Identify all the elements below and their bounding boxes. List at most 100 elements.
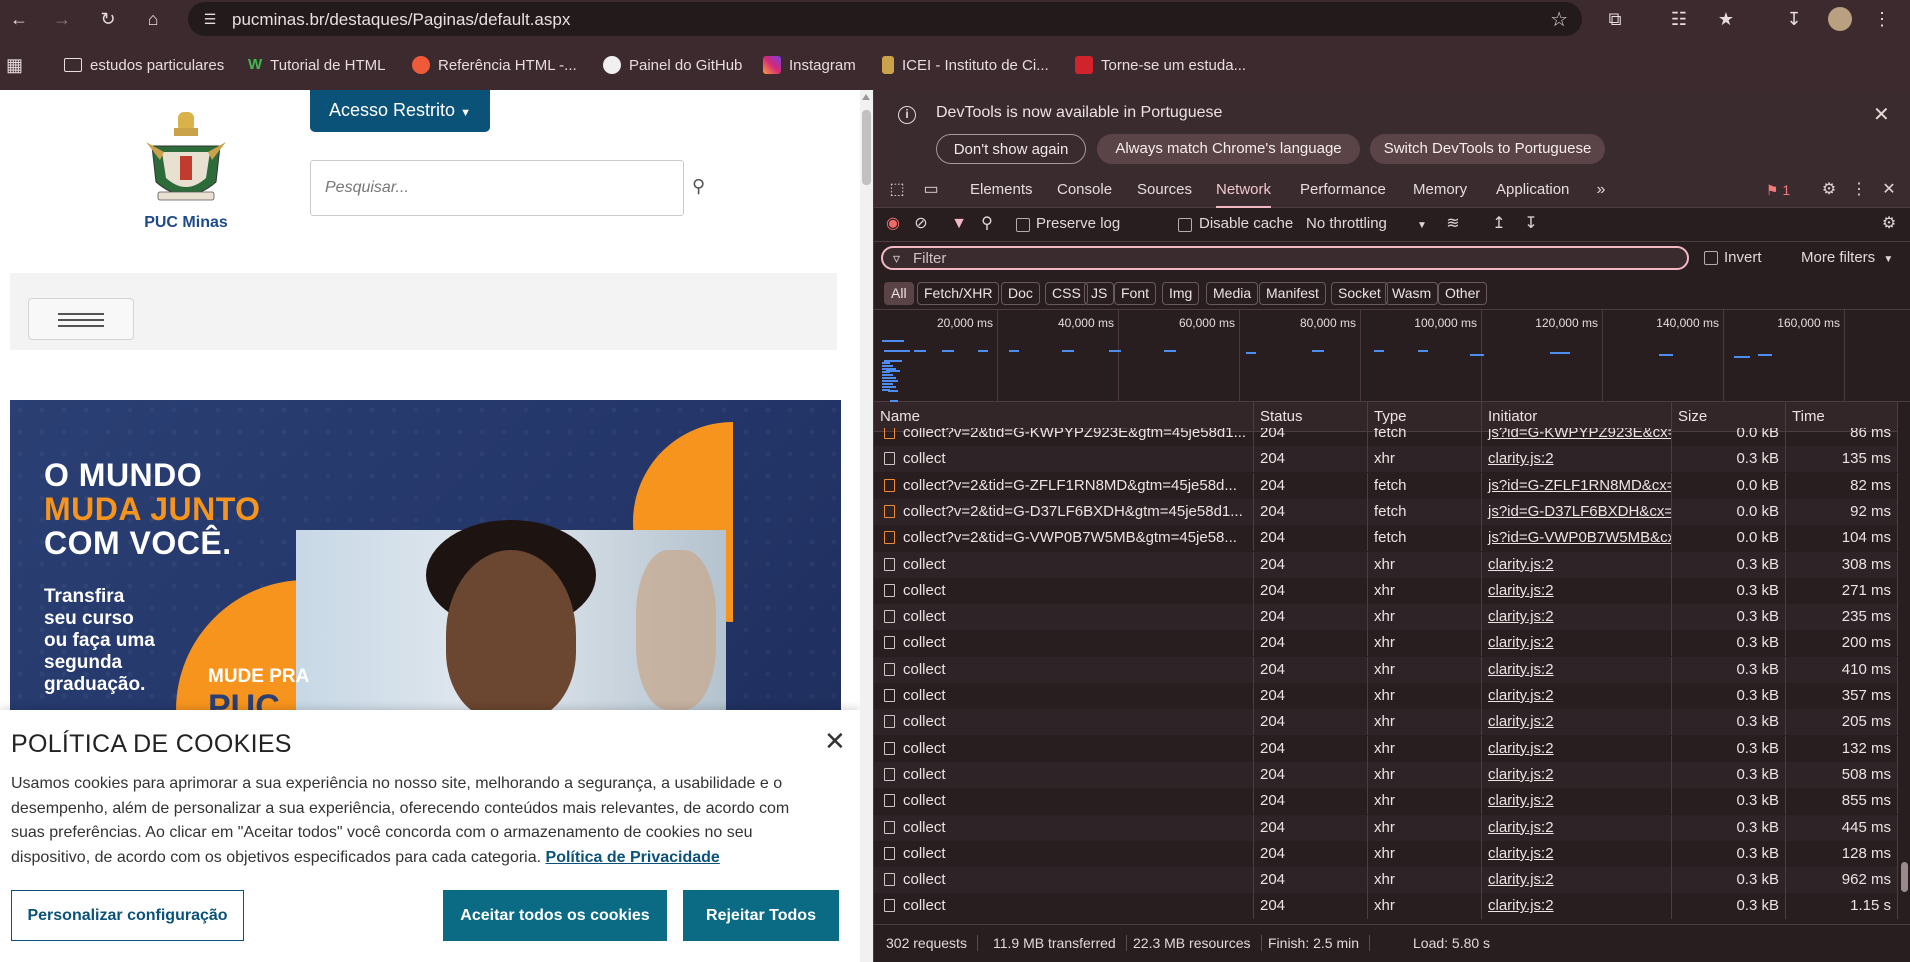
- initiator-text[interactable]: js?id=G-ZFLF1RN8MD&cx=: [1488, 477, 1671, 494]
- table-row[interactable]: collect 204 xhr clarity.js:2 0.3 kB 962 ms: [874, 867, 1898, 894]
- filter-input[interactable]: [913, 248, 1673, 268]
- cell-initiator[interactable]: clarity.js:2: [1482, 446, 1672, 473]
- cell-initiator[interactable]: clarity.js:2: [1482, 604, 1672, 631]
- cell-initiator[interactable]: js?id=G-ZFLF1RN8MD&cx=: [1482, 472, 1672, 499]
- bookmark-referencia-html[interactable]: Referência HTML -...: [412, 54, 577, 76]
- bookmark-tutorial-html[interactable]: W Tutorial de HTML: [248, 54, 385, 76]
- match-language-button[interactable]: Always match Chrome's language: [1097, 134, 1360, 164]
- table-row[interactable]: collect?v=2&tid=G-VWP0B7W5MB&gtm=45je58.…: [874, 525, 1898, 552]
- tab-sources[interactable]: Sources: [1137, 172, 1192, 208]
- avatar[interactable]: [1826, 6, 1854, 32]
- address-bar[interactable]: ☰ pucminas.br/destaques/Paginas/default.…: [188, 2, 1582, 36]
- initiator-text[interactable]: clarity.js:2: [1488, 556, 1554, 573]
- type-filter-font[interactable]: Font: [1114, 282, 1157, 305]
- scroll-up-icon[interactable]: [862, 94, 870, 100]
- tab-network[interactable]: Network: [1216, 172, 1272, 208]
- type-filter-fetch-xhr[interactable]: Fetch/XHR: [917, 282, 1000, 305]
- table-row[interactable]: collect 204 xhr clarity.js:2 0.3 kB 445 ms: [874, 814, 1898, 841]
- favorites-icon[interactable]: ★: [1712, 6, 1740, 32]
- type-filter-css[interactable]: CSS: [1045, 282, 1088, 305]
- network-overview[interactable]: 20,000 ms 40,000 ms 60,000 ms 80,000 ms 100,…: [874, 310, 1910, 402]
- table-row[interactable]: collect 204 xhr clarity.js:2 0.3 kB 410 ms: [874, 656, 1898, 683]
- cell-initiator[interactable]: clarity.js:2: [1482, 735, 1672, 762]
- initiator-text[interactable]: clarity.js:2: [1488, 634, 1554, 651]
- table-row[interactable]: collect?v=2&tid=G-KWPYPZ923E&gtm=45je58d…: [874, 428, 1898, 446]
- initiator-text[interactable]: clarity.js:2: [1488, 871, 1554, 888]
- initiator-text[interactable]: clarity.js:2: [1488, 582, 1554, 599]
- table-row[interactable]: collect 204 xhr clarity.js:2 0.3 kB 205 ms: [874, 709, 1898, 736]
- home-icon[interactable]: ⌂: [138, 5, 168, 33]
- initiator-text[interactable]: clarity.js:2: [1488, 450, 1554, 467]
- initiator-text[interactable]: clarity.js:2: [1488, 661, 1554, 678]
- type-filter-all[interactable]: All: [884, 282, 914, 305]
- tab-console[interactable]: Console: [1057, 172, 1112, 208]
- page-scrollbar[interactable]: [860, 90, 873, 962]
- invert-checkbox[interactable]: [1704, 251, 1718, 265]
- filter-icon[interactable]: ▼: [948, 214, 970, 234]
- bookmark-star-icon[interactable]: ☆: [1550, 7, 1568, 32]
- site-info-icon[interactable]: ☰: [200, 9, 220, 29]
- table-row[interactable]: collect?v=2&tid=G-ZFLF1RN8MD&gtm=45je58d…: [874, 472, 1898, 499]
- hamburger-menu-button[interactable]: [28, 298, 134, 340]
- more-filters-dropdown[interactable]: More filters ▼: [1801, 249, 1893, 266]
- search-input[interactable]: [311, 161, 683, 215]
- reject-all-button[interactable]: Rejeitar Todos: [683, 890, 839, 941]
- initiator-text[interactable]: clarity.js:2: [1488, 687, 1554, 704]
- disable-cache-checkbox[interactable]: [1178, 218, 1192, 232]
- privacy-policy-link[interactable]: Política de Privacidade: [546, 849, 720, 866]
- cell-initiator[interactable]: clarity.js:2: [1482, 893, 1672, 920]
- initiator-text[interactable]: clarity.js:2: [1488, 792, 1554, 809]
- bookmark-github[interactable]: Painel do GitHub: [603, 54, 742, 76]
- more-tabs-icon[interactable]: »: [1590, 180, 1612, 200]
- hero-banner[interactable]: O MUNDO MUDA JUNTO COM VOCÊ. Transfira s…: [10, 400, 841, 720]
- switch-to-portuguese-button[interactable]: Switch DevTools to Portuguese: [1370, 134, 1605, 164]
- translate-icon[interactable]: ☷: [1665, 6, 1693, 32]
- cell-initiator[interactable]: js?id=G-VWP0B7W5MB&cx: [1482, 525, 1672, 552]
- table-row[interactable]: collect 204 xhr clarity.js:2 0.3 kB 508 ms: [874, 761, 1898, 788]
- import-har-icon[interactable]: ↥: [1488, 214, 1510, 234]
- initiator-text[interactable]: clarity.js:2: [1488, 713, 1554, 730]
- back-icon[interactable]: ←: [4, 5, 34, 33]
- table-row[interactable]: collect 204 xhr clarity.js:2 0.3 kB 271 ms: [874, 577, 1898, 604]
- cell-initiator[interactable]: clarity.js:2: [1482, 656, 1672, 683]
- tab-performance[interactable]: Performance: [1300, 172, 1386, 208]
- kebab-menu-icon[interactable]: ⋮: [1848, 180, 1870, 200]
- close-icon[interactable]: ✕: [824, 728, 846, 754]
- search-icon[interactable]: ⚲: [692, 176, 714, 198]
- cell-initiator[interactable]: clarity.js:2: [1482, 551, 1672, 578]
- initiator-text[interactable]: js?id=G-KWPYPZ923E&cx=c: [1488, 428, 1671, 441]
- inspect-element-icon[interactable]: ⬚: [886, 180, 908, 200]
- table-row[interactable]: collect?v=2&tid=G-D37LF6BXDH&gtm=45je58d…: [874, 498, 1898, 525]
- forward-icon[interactable]: →: [47, 5, 77, 33]
- cell-initiator[interactable]: clarity.js:2: [1482, 788, 1672, 815]
- table-row[interactable]: collect 204 xhr clarity.js:2 0.3 kB 1.15 s: [874, 893, 1898, 920]
- bookmark-estudos[interactable]: estudos particulares: [64, 54, 224, 76]
- cell-initiator[interactable]: js?id=G-D37LF6BXDH&cx=c: [1482, 498, 1672, 525]
- type-filter-socket[interactable]: Socket: [1331, 282, 1388, 305]
- cell-initiator[interactable]: clarity.js:2: [1482, 683, 1672, 709]
- network-settings-icon[interactable]: ⚙: [1878, 214, 1900, 234]
- tab-elements[interactable]: Elements: [970, 172, 1033, 208]
- type-filter-wasm[interactable]: Wasm: [1385, 282, 1439, 305]
- settings-icon[interactable]: ⚙: [1818, 180, 1840, 200]
- type-filter-media[interactable]: Media: [1206, 282, 1259, 305]
- extensions-icon[interactable]: ⧉: [1601, 6, 1629, 32]
- table-row[interactable]: collect 204 xhr clarity.js:2 0.3 kB 235 ms: [874, 604, 1898, 631]
- cell-initiator[interactable]: clarity.js:2: [1482, 840, 1672, 867]
- initiator-text[interactable]: clarity.js:2: [1488, 740, 1554, 757]
- cell-initiator[interactable]: clarity.js:2: [1482, 867, 1672, 894]
- clear-icon[interactable]: ⊘: [910, 214, 932, 234]
- export-har-icon[interactable]: ↧: [1520, 214, 1542, 234]
- type-filter-manifest[interactable]: Manifest: [1259, 282, 1326, 305]
- bookmark-icei[interactable]: ICEI - Instituto de Ci...: [882, 54, 1049, 76]
- initiator-text[interactable]: clarity.js:2: [1488, 819, 1554, 836]
- initiator-text[interactable]: clarity.js:2: [1488, 766, 1554, 783]
- table-row[interactable]: collect 204 xhr clarity.js:2 0.3 kB 135 ms: [874, 446, 1898, 473]
- download-icon[interactable]: ↧: [1780, 6, 1808, 32]
- initiator-text[interactable]: clarity.js:2: [1488, 897, 1554, 914]
- scrollbar-thumb[interactable]: [1901, 862, 1908, 892]
- menu-icon[interactable]: ⋮: [1868, 6, 1896, 32]
- puc-minas-logo[interactable]: PUC Minas: [138, 112, 234, 232]
- accept-all-cookies-button[interactable]: Aceitar todos os cookies: [443, 890, 667, 941]
- table-row[interactable]: collect 204 xhr clarity.js:2 0.3 kB 132 ms: [874, 735, 1898, 762]
